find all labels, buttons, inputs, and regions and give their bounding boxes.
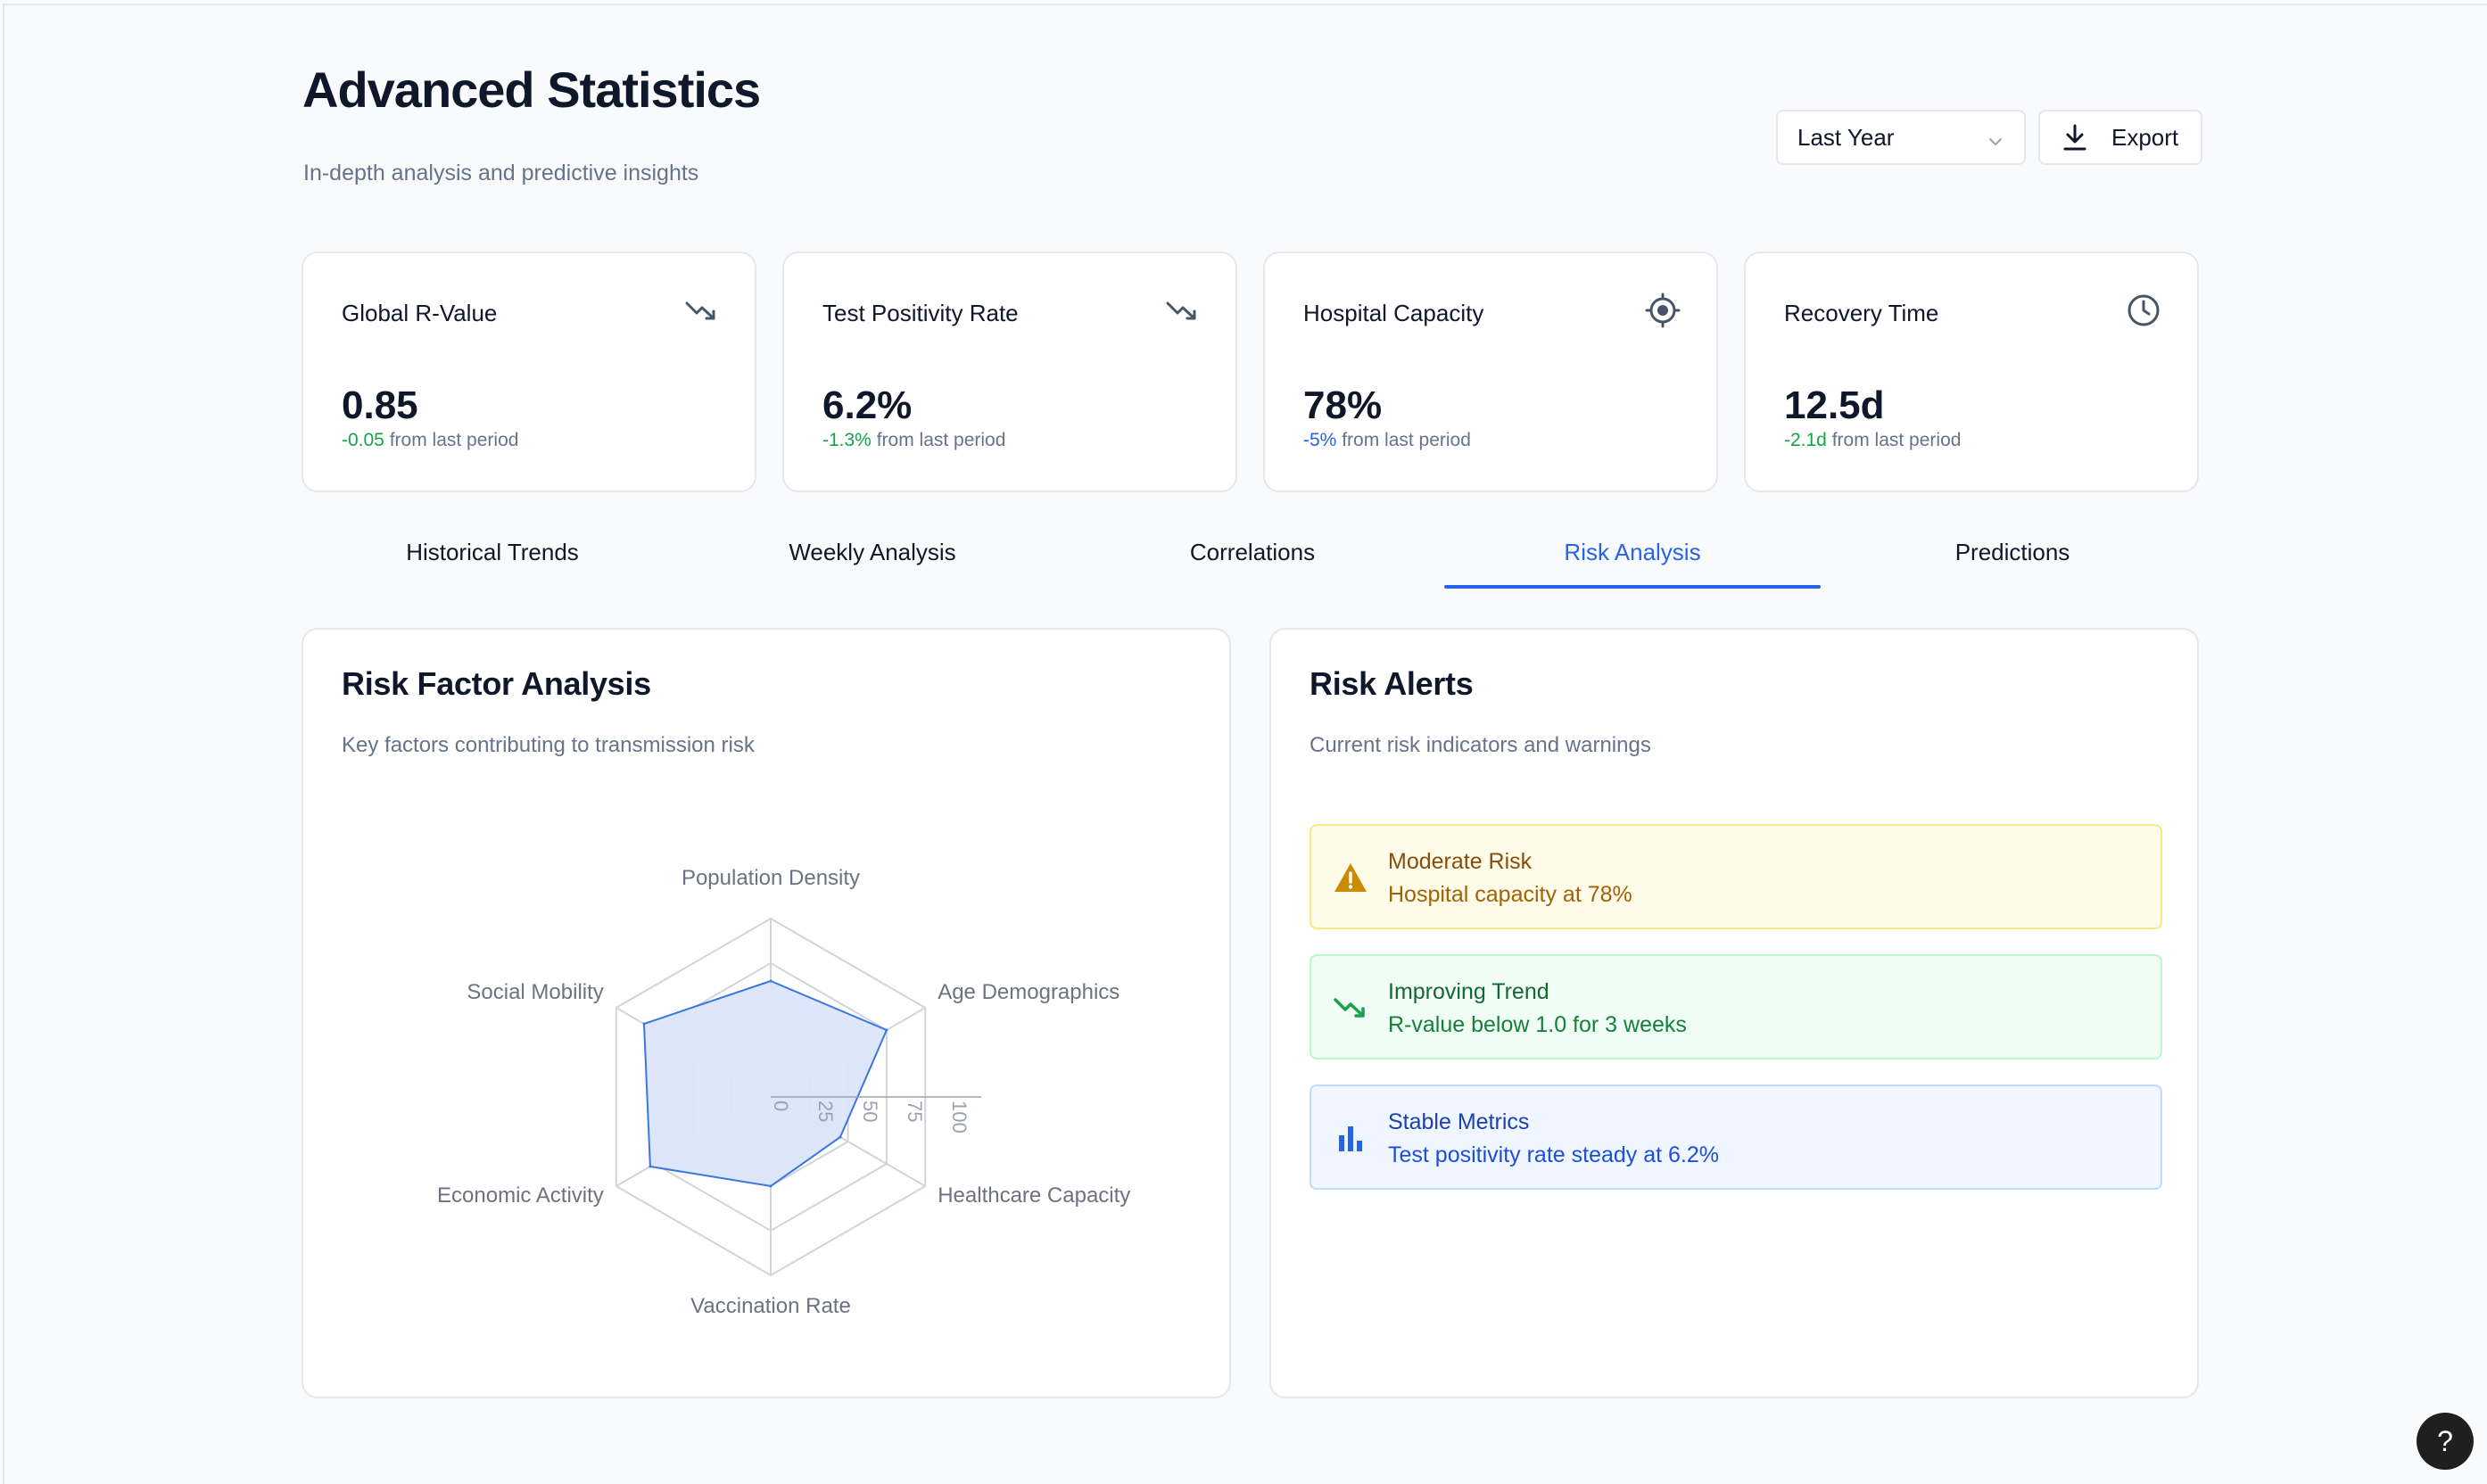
stat-value: 6.2% (822, 383, 913, 427)
period-select[interactable]: Last Year (1776, 110, 2026, 165)
download-icon (2061, 123, 2088, 152)
stat-label: Test Positivity Rate (822, 300, 1019, 326)
radar-data-point (769, 979, 773, 983)
page-subtitle: In-depth analysis and predictive insight… (303, 161, 699, 186)
target-icon (1645, 293, 1681, 328)
radar-category-label: Vaccination Rate (690, 1294, 851, 1318)
stat-delta: -5% from last period (1303, 430, 1471, 451)
radar-category-label: Healthcare Capacity (938, 1183, 1130, 1208)
risk-alerts-panel: Risk Alerts Current risk indicators and … (1269, 628, 2199, 1398)
radar-tick-label: 25 (814, 1101, 837, 1122)
alert-improving-trend: Improving Trend R-value below 1.0 for 3 … (1310, 954, 2162, 1059)
stat-delta: -2.1d from last period (1784, 430, 1961, 451)
stat-delta: -1.3% from last period (822, 430, 1005, 451)
stat-change: -2.1d (1784, 430, 1827, 450)
period-select-value: Last Year (1797, 123, 1895, 151)
alert-stable-metrics: Stable Metrics Test positivity rate stea… (1310, 1084, 2162, 1190)
stat-value: 78% (1303, 383, 1383, 427)
tab-historical-trends[interactable]: Historical Trends (302, 523, 682, 589)
stat-label: Hospital Capacity (1303, 300, 1484, 326)
stat-change-suffix: from last period (871, 430, 1006, 450)
export-button[interactable]: Export (2038, 110, 2202, 165)
alert-text: Hospital capacity at 78% (1388, 882, 1632, 907)
export-label: Export (2111, 123, 2179, 151)
stat-change: -1.3% (822, 430, 872, 450)
stat-change-suffix: from last period (1336, 430, 1471, 450)
alert-text: R-value below 1.0 for 3 weeks (1388, 1012, 1687, 1037)
app-frame: Advanced Statistics In-depth analysis an… (3, 4, 2487, 1484)
alert-title: Moderate Risk (1388, 849, 1533, 874)
warning-icon (1333, 860, 1368, 895)
radar-data-point (885, 1028, 888, 1032)
trending-down-icon (683, 293, 719, 328)
tab-predictions[interactable]: Predictions (1822, 523, 2202, 589)
risk-factor-panel: Risk Factor Analysis Key factors contrib… (302, 628, 1231, 1398)
tab-risk-analysis[interactable]: Risk Analysis (1442, 523, 1822, 589)
panel-subtitle: Current risk indicators and warnings (1310, 733, 1651, 757)
trending-down-icon (1333, 990, 1368, 1026)
stat-card-test-positivity: Test Positivity Rate 6.2% -1.3% from las… (782, 251, 1237, 492)
alert-title: Stable Metrics (1388, 1109, 1530, 1134)
radar-tick-label: 0 (770, 1101, 792, 1111)
stat-change-suffix: from last period (1826, 430, 1962, 450)
clock-icon (2126, 293, 2161, 328)
radar-data-point (839, 1135, 842, 1139)
radar-data-point (642, 1022, 646, 1026)
alert-title: Improving Trend (1388, 979, 1549, 1004)
radar-tick-label: 75 (904, 1101, 926, 1122)
stat-change: -0.05 (342, 430, 384, 450)
stat-card-recovery-time: Recovery Time 12.5d -2.1d from last peri… (1744, 251, 2199, 492)
stat-label: Recovery Time (1784, 300, 1939, 326)
stat-value: 12.5d (1784, 383, 1885, 427)
chevron-down-icon (1987, 129, 2004, 157)
page-title: Advanced Statistics (302, 62, 761, 118)
alert-text: Test positivity rate steady at 6.2% (1388, 1142, 1720, 1167)
stat-change-suffix: from last period (384, 430, 519, 450)
alert-moderate-risk: Moderate Risk Hospital capacity at 78% (1310, 824, 2162, 929)
panel-title: Risk Alerts (1310, 665, 1474, 702)
bar-chart-icon (1333, 1120, 1368, 1156)
stat-delta: -0.05 from last period (342, 430, 518, 451)
radar-category-label: Age Demographics (938, 980, 1120, 1004)
stat-label: Global R-Value (342, 300, 498, 326)
stat-card-hospital-capacity: Hospital Capacity 78% -5% from last peri… (1263, 251, 1718, 492)
stat-card-r-value: Global R-Value 0.85 -0.05 from last peri… (302, 251, 756, 492)
tab-correlations[interactable]: Correlations (1062, 523, 1442, 589)
trending-down-icon (1164, 293, 1200, 328)
radar-tick-label: 50 (859, 1101, 881, 1122)
tab-weekly-analysis[interactable]: Weekly Analysis (682, 523, 1062, 589)
radar-category-label: Social Mobility (467, 980, 603, 1004)
stat-change: -5% (1303, 430, 1337, 450)
radar-chart: 0 25 50 75 100 Population Density Age Demograp… (437, 866, 1130, 1318)
radar-data-point (769, 1184, 773, 1188)
radar-series-area (642, 979, 888, 1188)
radar-data-point (649, 1165, 652, 1168)
radar-tick-label: 100 (948, 1101, 971, 1134)
radar-category-label: Population Density (682, 866, 860, 890)
radar-category-label: Economic Activity (437, 1183, 604, 1208)
help-button[interactable]: ? (2417, 1413, 2474, 1470)
stat-value: 0.85 (342, 383, 418, 427)
tab-bar: Historical Trends Weekly Analysis Correl… (302, 523, 2202, 589)
